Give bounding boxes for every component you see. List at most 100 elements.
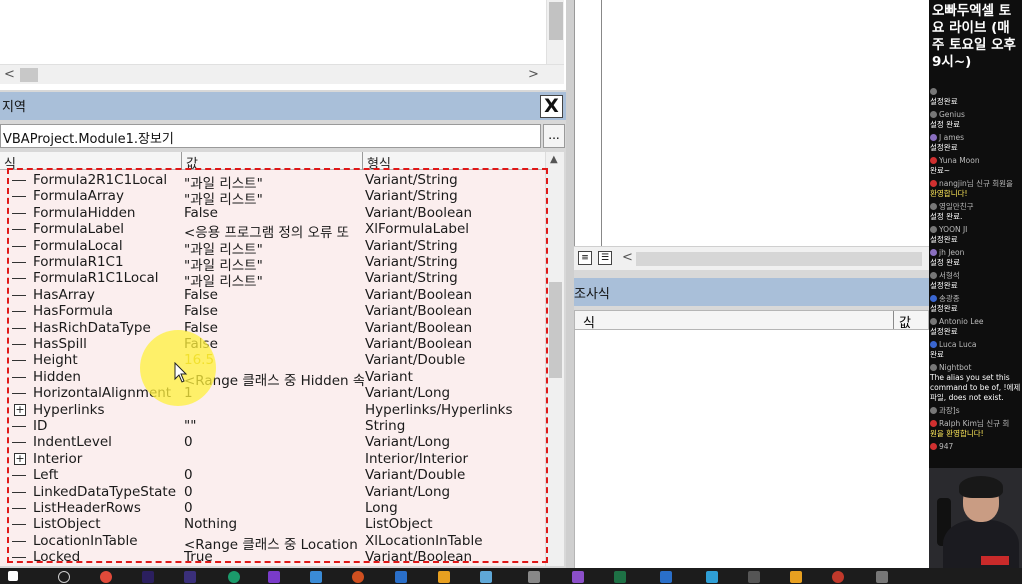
locals-value[interactable]: False	[184, 336, 364, 352]
app-icon[interactable]	[790, 571, 802, 583]
app-icon[interactable]	[528, 571, 540, 583]
scroll-thumb[interactable]	[20, 68, 38, 82]
locals-value[interactable]: False	[184, 205, 364, 221]
column-expression[interactable]: 식	[4, 153, 16, 172]
locals-row[interactable]: Formula2R1C1Local "과일 리스트" Variant/String	[0, 172, 545, 192]
column-expression[interactable]: 식	[583, 312, 595, 331]
locals-value[interactable]: 0	[184, 500, 364, 516]
locals-row[interactable]: IndentLevel 0 Variant/Long	[0, 434, 545, 450]
code-vertical-scrollbar[interactable]	[546, 0, 564, 64]
chrome-icon[interactable]	[100, 571, 112, 583]
locals-row[interactable]: FormulaArray "과일 리스트" Variant/String	[0, 188, 545, 208]
locals-row[interactable]: FormulaLabel <응용 프로그램 정의 오류 또 XlFormulaLab…	[0, 221, 545, 241]
chat-author: 947	[930, 441, 1022, 452]
app-icon[interactable]	[310, 571, 322, 583]
excel-icon[interactable]	[614, 571, 626, 583]
locals-value[interactable]: False	[184, 303, 364, 319]
locals-value[interactable]: 0	[184, 467, 364, 483]
locals-expression: HasFormula	[33, 303, 114, 320]
premiere-icon[interactable]	[142, 571, 154, 583]
column-value[interactable]: 값	[899, 312, 911, 331]
locals-row[interactable]: HorizontalAlignment 1 Variant/Long	[0, 385, 545, 401]
locals-row[interactable]: FormulaHidden False Variant/Boolean	[0, 205, 545, 221]
close-button[interactable]: X	[540, 95, 563, 118]
expand-icon[interactable]: +	[10, 402, 30, 418]
app-icon[interactable]	[395, 571, 407, 583]
locals-row[interactable]: HasFormula False Variant/Boolean	[0, 303, 545, 319]
chat-message: Yuna Moon 완료~	[929, 155, 1022, 176]
scroll-thumb[interactable]	[636, 252, 922, 266]
column-divider[interactable]	[181, 152, 182, 170]
locals-row[interactable]: FormulaLocal "과일 리스트" Variant/String	[0, 238, 545, 258]
column-value[interactable]: 값	[186, 153, 198, 172]
code-window-right[interactable]	[574, 0, 929, 246]
scroll-left-icon[interactable]: <	[622, 250, 633, 265]
locals-row[interactable]: Hidden <Range 클래스 중 Hidden 속 Variant	[0, 369, 545, 389]
app-icon[interactable]	[660, 571, 672, 583]
scroll-left-icon[interactable]: <	[4, 67, 15, 82]
locals-row[interactable]: HasArray False Variant/Boolean	[0, 287, 545, 303]
watch-list[interactable]	[574, 330, 929, 568]
edge-icon[interactable]	[228, 571, 240, 583]
chat-message: 과장]s	[929, 405, 1022, 416]
locals-row[interactable]: FormulaR1C1Local "과일 리스트" Variant/String	[0, 270, 545, 290]
locals-row[interactable]: Left 0 Variant/Double	[0, 467, 545, 483]
locals-row[interactable]: FormulaR1C1 "과일 리스트" Variant/String	[0, 254, 545, 274]
call-stack-button[interactable]: ...	[543, 124, 565, 148]
column-divider[interactable]	[362, 152, 363, 170]
locals-row[interactable]: ListObject Nothing ListObject	[0, 516, 545, 532]
locals-value[interactable]: True	[184, 549, 364, 565]
locals-vertical-scrollbar[interactable]: ▲	[545, 152, 564, 566]
locals-row[interactable]: LocationInTable <Range 클래스 중 Location XlLo…	[0, 533, 545, 553]
locals-row[interactable]: Locked True Variant/Boolean	[0, 549, 545, 565]
locals-row[interactable]: + Hyperlinks Hyperlinks/Hyperlinks	[0, 402, 545, 418]
window-splitter[interactable]	[566, 0, 574, 568]
avatar	[930, 249, 937, 256]
tree-line-icon	[10, 238, 30, 254]
app-icon[interactable]	[184, 571, 196, 583]
visual-studio-icon[interactable]	[268, 571, 280, 583]
locals-expression: Left	[33, 467, 59, 484]
locals-value[interactable]: 16.5	[184, 352, 364, 368]
avatar	[930, 272, 937, 279]
locals-value[interactable]: False	[184, 287, 364, 303]
locals-expression: Formula2R1C1Local	[33, 172, 168, 188]
scroll-up-icon[interactable]: ▲	[550, 154, 558, 165]
app-icon[interactable]	[706, 571, 718, 583]
locals-row[interactable]: Height 16.5 Variant/Double	[0, 352, 545, 368]
locals-type: Variant/Boolean	[365, 303, 473, 320]
app-icon[interactable]	[748, 571, 760, 583]
locals-row[interactable]: + Interior Interior/Interior	[0, 451, 545, 467]
locals-value[interactable]: 0	[184, 434, 364, 450]
app-icon[interactable]	[352, 571, 364, 583]
locals-value[interactable]: 0	[184, 484, 364, 500]
code-horizontal-scrollbar[interactable]: < >	[0, 64, 564, 84]
locals-value[interactable]: 1	[184, 385, 364, 401]
locals-type: Variant/String	[365, 254, 458, 270]
search-icon[interactable]	[58, 571, 70, 583]
expand-icon[interactable]: +	[10, 451, 30, 467]
app-icon[interactable]	[832, 571, 844, 583]
procedure-view-icon[interactable]: ≡	[578, 251, 592, 265]
app-icon[interactable]	[572, 571, 584, 583]
margin-line	[601, 0, 602, 246]
scroll-thumb[interactable]	[549, 2, 563, 40]
app-icon[interactable]	[480, 571, 492, 583]
column-divider[interactable]	[893, 311, 894, 329]
app-icon[interactable]	[876, 571, 888, 583]
locals-value[interactable]: Nothing	[184, 516, 364, 532]
code-horizontal-scrollbar-right[interactable]: ≡ ☰ <	[574, 246, 929, 270]
locals-row[interactable]: HasSpill False Variant/Boolean	[0, 336, 545, 352]
scroll-right-icon[interactable]: >	[528, 67, 539, 82]
locals-value[interactable]: False	[184, 320, 364, 336]
locals-row[interactable]: ID "" String	[0, 418, 545, 434]
locals-value[interactable]: ""	[184, 418, 364, 434]
locals-row[interactable]: ListHeaderRows 0 Long	[0, 500, 545, 516]
scroll-thumb[interactable]	[549, 282, 562, 378]
locals-row[interactable]: HasRichDataType False Variant/Boolean	[0, 320, 545, 336]
full-module-view-icon[interactable]: ☰	[598, 251, 612, 265]
column-type[interactable]: 형식	[367, 153, 391, 172]
start-icon[interactable]	[8, 571, 18, 581]
folder-icon[interactable]	[438, 571, 450, 583]
locals-row[interactable]: LinkedDataTypeState 0 Variant/Long	[0, 484, 545, 500]
